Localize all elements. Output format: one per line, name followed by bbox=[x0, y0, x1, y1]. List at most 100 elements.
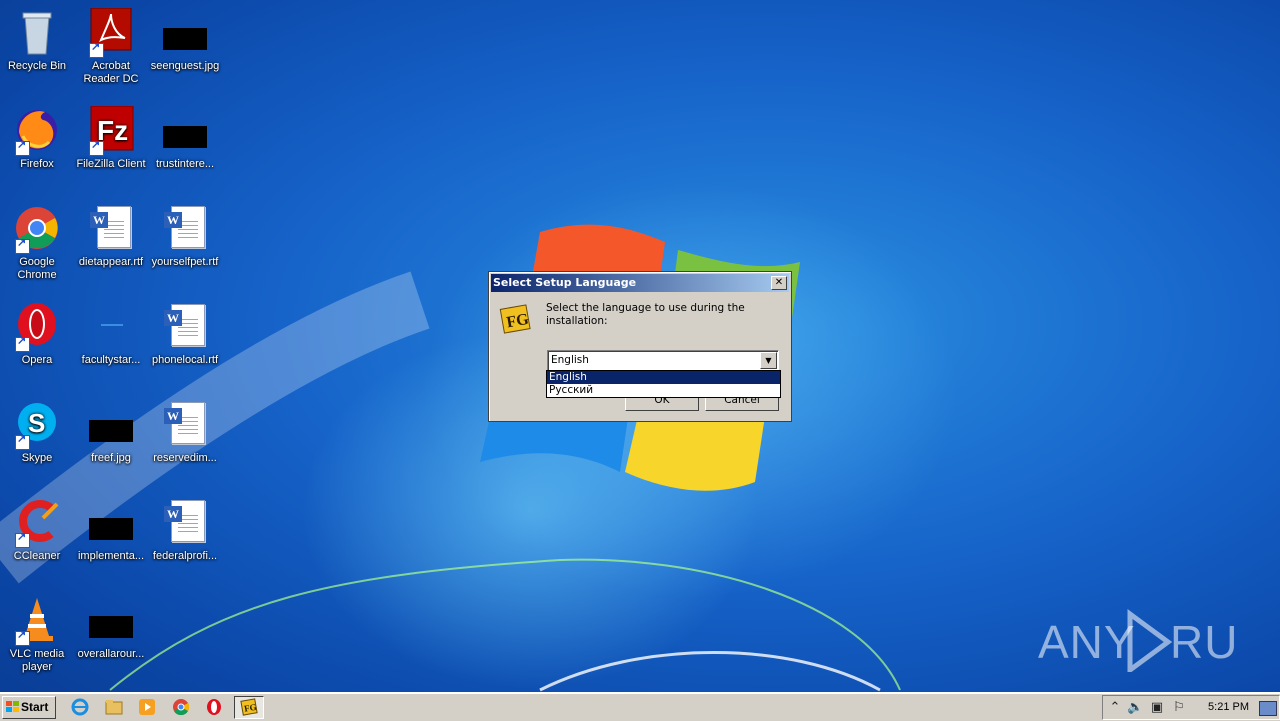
image-file-icon bbox=[161, 8, 209, 56]
recycle-bin-icon bbox=[13, 8, 61, 56]
desktop-icon-skype[interactable]: S Skype bbox=[0, 400, 74, 465]
shortcut-arrow-icon bbox=[15, 629, 30, 646]
shortcut-arrow-icon bbox=[15, 237, 30, 254]
desktop-icon-acrobat[interactable]: Acrobat Reader DC bbox=[74, 7, 148, 86]
word-document-icon: W bbox=[161, 302, 209, 350]
show-desktop-icon[interactable] bbox=[1259, 701, 1277, 716]
word-document-icon: W bbox=[161, 498, 209, 546]
desktop-icon-firefox[interactable]: Firefox bbox=[0, 106, 74, 171]
shortcut-arrow-icon bbox=[15, 531, 30, 548]
desktop-icon-federalprofi[interactable]: W federalprofi... bbox=[148, 498, 222, 563]
setup-language-dialog: Select Setup Language ✕ FG Select the la… bbox=[488, 271, 792, 422]
desktop-icon-label: CCleaner bbox=[13, 550, 61, 562]
shortcut-arrow-icon bbox=[15, 139, 30, 156]
setup-icon: FG bbox=[240, 698, 258, 716]
desktop-icon-label: Acrobat Reader DC bbox=[83, 60, 139, 85]
taskbar: Start FG ⌃ 🔈 ▣ ⚐ 5:21 PM bbox=[0, 692, 1280, 721]
desktop-icon-overallarour[interactable]: overallarour... bbox=[74, 596, 148, 661]
desktop-icon-label: trustintere... bbox=[155, 158, 215, 170]
desktop-icon-implementa[interactable]: implementa... bbox=[74, 498, 148, 563]
svg-text:RUN: RUN bbox=[1170, 616, 1238, 668]
start-label: Start bbox=[21, 700, 49, 714]
desktop-icon-label: FileZilla Client bbox=[76, 158, 146, 170]
image-file-icon bbox=[87, 498, 135, 546]
skype-icon: S bbox=[13, 400, 61, 450]
desktop-icon-trustintere[interactable]: trustintere... bbox=[148, 106, 222, 171]
close-button[interactable]: ✕ bbox=[771, 276, 787, 290]
desktop-icon-reservedim[interactable]: W reservedim... bbox=[148, 400, 222, 465]
explorer-icon[interactable] bbox=[104, 697, 124, 717]
dialog-prompt: Select the language to use during the in… bbox=[546, 302, 745, 327]
language-option-english[interactable]: English bbox=[547, 371, 780, 384]
desktop-icon-dietappear[interactable]: W dietappear.rtf bbox=[74, 204, 148, 269]
desktop-icon-label: federalprofi... bbox=[152, 550, 218, 562]
setup-task-button[interactable]: FG bbox=[234, 696, 264, 719]
desktop-icon-label: Google Chrome bbox=[17, 256, 57, 281]
system-tray: ⌃ 🔈 ▣ ⚐ 5:21 PM bbox=[1102, 695, 1280, 720]
desktop-icon-opera[interactable]: Opera bbox=[0, 302, 74, 367]
language-dropdown-list: English Русский bbox=[546, 370, 781, 398]
windows-logo-icon bbox=[6, 701, 19, 712]
desktop-icon-label: Skype bbox=[21, 452, 53, 464]
chevron-down-icon[interactable]: ▼ bbox=[760, 352, 777, 369]
desktop-icon-label: implementa... bbox=[77, 550, 145, 562]
anyrun-logo: ANY RUN bbox=[1038, 609, 1272, 675]
shortcut-arrow-icon bbox=[15, 433, 30, 450]
desktop-icon-label: yourselfpet.rtf bbox=[151, 256, 219, 268]
svg-text:ANY: ANY bbox=[1038, 616, 1136, 668]
desktop-icon-recycle-bin[interactable]: Recycle Bin bbox=[0, 8, 74, 73]
start-button[interactable]: Start bbox=[2, 696, 56, 719]
desktop-icon-label: VLC media player bbox=[9, 648, 65, 673]
internet-explorer-icon[interactable] bbox=[70, 697, 90, 717]
desktop-icon-facultystar[interactable]: facultystar... bbox=[74, 302, 148, 367]
volume-icon[interactable]: 🔈 bbox=[1127, 700, 1143, 716]
firefox-icon bbox=[13, 106, 61, 156]
desktop-icon-seenguest[interactable]: seenguest.jpg bbox=[148, 8, 222, 73]
shortcut-arrow-icon bbox=[15, 335, 30, 352]
desktop-icon-phonelocal[interactable]: W phonelocal.rtf bbox=[148, 302, 222, 367]
image-file-icon bbox=[87, 596, 135, 644]
desktop-icon-label: Opera bbox=[21, 354, 53, 366]
chrome-icon bbox=[13, 204, 61, 254]
word-document-icon: W bbox=[161, 400, 209, 448]
action-center-flag-icon[interactable]: ⚐ bbox=[1171, 700, 1187, 716]
language-select[interactable]: English ▼ bbox=[547, 350, 779, 371]
shortcut-arrow-icon bbox=[89, 41, 104, 58]
desktop-icon-label: phonelocal.rtf bbox=[151, 354, 219, 366]
opera-icon bbox=[13, 302, 61, 352]
tray-expand-icon[interactable]: ⌃ bbox=[1107, 700, 1123, 716]
desktop-icon-label: overallarour... bbox=[77, 648, 145, 660]
chrome-icon[interactable] bbox=[171, 697, 191, 717]
desktop-icon-label: Firefox bbox=[20, 158, 54, 170]
language-option-russian[interactable]: Русский bbox=[547, 384, 780, 397]
filezilla-icon: Fz bbox=[87, 105, 135, 156]
svg-text:FG: FG bbox=[243, 702, 257, 714]
dialog-titlebar[interactable]: Select Setup Language ✕ bbox=[491, 274, 789, 292]
desktop-icon-label: freef.jpg bbox=[91, 452, 131, 464]
desktop-icon-chrome[interactable]: Google Chrome bbox=[0, 204, 74, 282]
desktop-icon-freef[interactable]: freef.jpg bbox=[74, 400, 148, 465]
opera-icon[interactable] bbox=[204, 697, 224, 717]
network-icon[interactable]: ▣ bbox=[1149, 700, 1165, 716]
desktop-icon-vlc[interactable]: VLC media player bbox=[0, 596, 74, 674]
clock[interactable]: 5:21 PM bbox=[1208, 701, 1249, 713]
anyrun-watermark: ANY RUN bbox=[1038, 608, 1272, 675]
ccleaner-icon bbox=[13, 498, 61, 548]
word-document-icon: W bbox=[87, 204, 135, 252]
desktop-icon-label: facultystar... bbox=[81, 354, 141, 366]
media-player-icon[interactable] bbox=[137, 697, 157, 717]
word-document-icon: W bbox=[161, 204, 209, 252]
desktop-icon-filezilla[interactable]: Fz FileZilla Client bbox=[74, 105, 148, 171]
dialog-title: Select Setup Language bbox=[493, 276, 637, 289]
desktop-icon-label: seenguest.jpg bbox=[150, 60, 220, 72]
desktop-icon-label: Recycle Bin bbox=[7, 60, 67, 72]
desktop-icon-ccleaner[interactable]: CCleaner bbox=[0, 498, 74, 563]
language-select-value: English bbox=[551, 354, 589, 366]
shortcut-arrow-icon bbox=[89, 139, 104, 156]
folder-icon bbox=[87, 302, 135, 350]
image-file-icon bbox=[87, 400, 135, 448]
desktop-icon-yourselfpet[interactable]: W yourselfpet.rtf bbox=[148, 204, 222, 269]
desktop-icon-label: reservedim... bbox=[153, 452, 217, 464]
vlc-icon bbox=[13, 596, 61, 646]
image-file-icon bbox=[161, 106, 209, 154]
